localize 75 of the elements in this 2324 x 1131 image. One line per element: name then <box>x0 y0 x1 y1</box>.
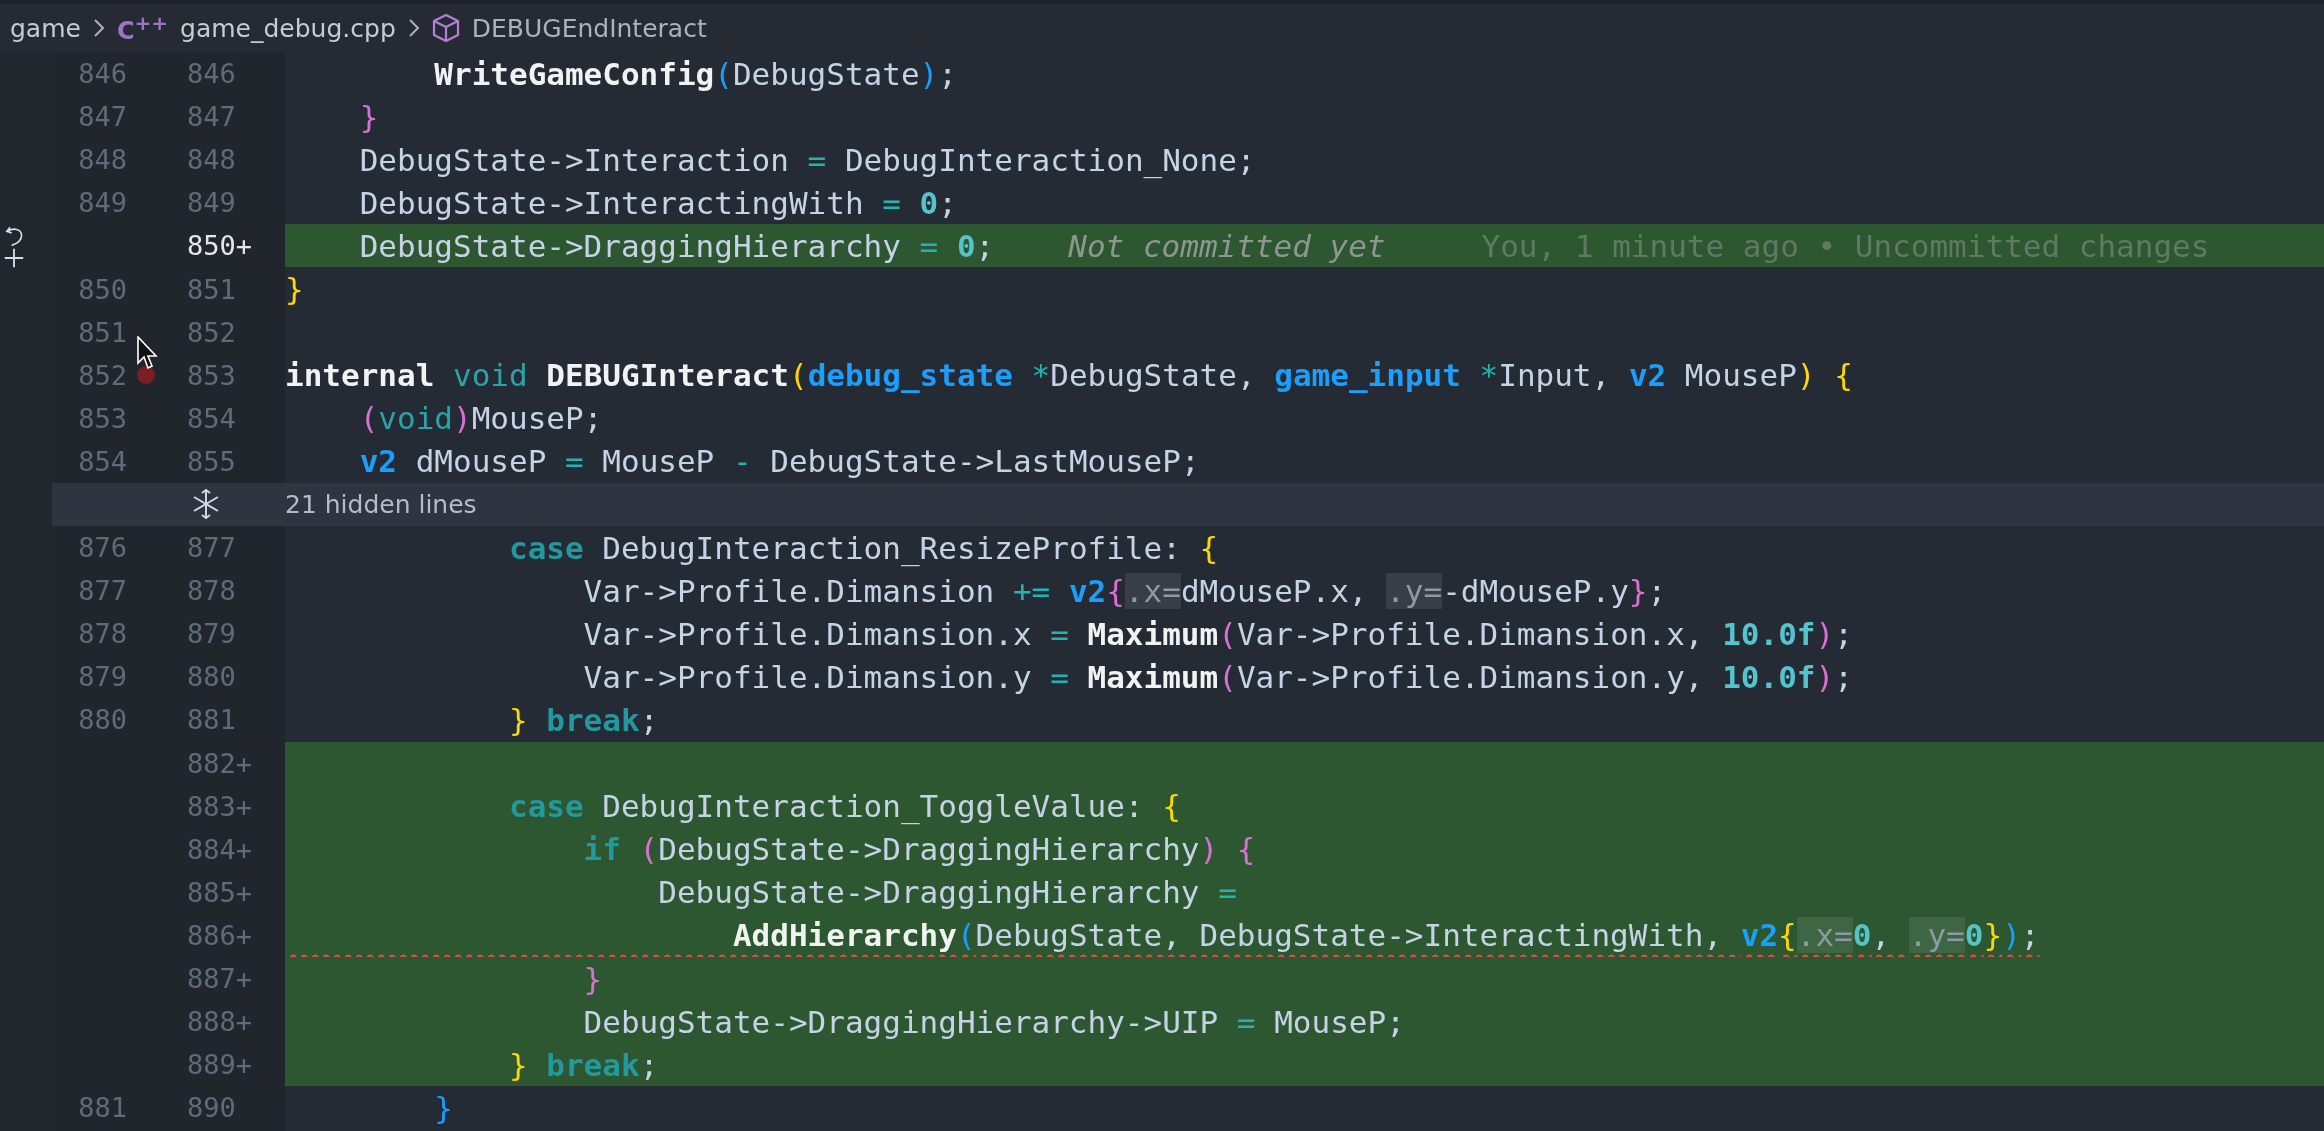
line-number: 850 <box>77 273 127 305</box>
breadcrumb-symbol[interactable]: DEBUGEndInteract <box>471 13 707 43</box>
line-number: 854 <box>186 402 237 434</box>
line-number: 849 <box>186 187 237 219</box>
line-number: 889+ <box>186 1049 254 1081</box>
add-icon[interactable] <box>4 248 24 269</box>
code-line: } <box>582 960 603 997</box>
line-number: 879 <box>186 618 237 650</box>
line-number: 853 <box>77 402 127 434</box>
breakpoint-icon[interactable] <box>137 366 155 385</box>
line-number: 878 <box>77 618 127 650</box>
code-line: case DebugInteraction_ResizeProfile: { <box>507 529 1219 566</box>
code-line: } <box>358 98 379 135</box>
line-number: 853 <box>186 359 237 391</box>
code-line: Var->Profile.Dimansion.x = Maximum(Var->Profile.Dimansion.x, 10.0f); <box>582 615 1853 652</box>
blame-status: Not committed yet <box>1068 227 1386 264</box>
code-line: AddHierarchy(DebugState, DebugState->InteractingWith, v2{.x=0, .y=0}); <box>731 917 2040 954</box>
revert-icon[interactable] <box>5 224 25 248</box>
line-number: 849 <box>77 187 127 219</box>
code-line: Var->Profile.Dimansion += v2{.x=dMouseP.x, .y=-dMouseP.y}; <box>582 572 1667 609</box>
chevron-icon <box>407 18 420 38</box>
code-line: DebugState->DraggingHierarchy = <box>657 874 1237 911</box>
line-number: 885+ <box>186 876 254 908</box>
line-number: 879 <box>77 661 127 693</box>
line-number: 876 <box>77 532 127 564</box>
line-number: 877 <box>77 575 127 607</box>
line-number: 847 <box>77 101 127 133</box>
cube-icon <box>431 13 460 43</box>
code-line: Var->Profile.Dimansion.y = Maximum(Var->Profile.Dimansion.y, 10.0f); <box>582 658 1853 695</box>
code-line: DebugState->DraggingHierarchy->UIP = MouseP; <box>582 1003 1405 1040</box>
chevron-icon <box>92 18 105 38</box>
line-number: 851 <box>77 316 127 348</box>
line-number: 848 <box>77 144 127 176</box>
code-line: (void)MouseP; <box>358 400 603 437</box>
hidden-lines-bar[interactable]: 21 hidden lines <box>52 482 2324 527</box>
code-line: DebugState->DraggingHierarchy = 0; <box>358 227 995 264</box>
line-number: 883+ <box>186 790 254 822</box>
code-line: } <box>285 271 304 307</box>
breadcrumb-file[interactable]: game_debug.cpp <box>180 13 396 43</box>
unfold-icon <box>192 489 220 520</box>
line-number: 888+ <box>186 1006 254 1038</box>
line-number: 848 <box>186 144 237 176</box>
line-number: 887+ <box>186 963 254 994</box>
line-number: 881 <box>77 1092 127 1124</box>
line-number: 852 <box>77 359 127 391</box>
cpp-file-icon: C$^{++}$ <box>116 11 169 45</box>
line-number: 846 <box>186 58 237 90</box>
line-number: 882+ <box>186 747 254 779</box>
breadcrumb-folder[interactable]: game <box>10 13 81 43</box>
line-number: 846 <box>77 58 127 90</box>
line-number: 880 <box>186 661 237 693</box>
code-line: } break; <box>507 1046 659 1083</box>
line-number: 880 <box>77 704 127 736</box>
code-line: } break; <box>507 701 659 738</box>
line-number: 881 <box>186 704 237 736</box>
code-line: DebugState->InteractingWith = 0; <box>358 184 957 221</box>
hidden-lines-label: 21 hidden lines <box>285 490 477 519</box>
line-number: 855 <box>186 445 237 477</box>
line-number: 886+ <box>186 919 254 951</box>
code-line: case DebugInteraction_ToggleValue: { <box>507 788 1181 825</box>
line-number: 884+ <box>186 833 254 865</box>
line-number: 877 <box>186 532 237 564</box>
line-number: 850+ <box>186 230 254 262</box>
code-line: internal void DEBUGInteract(debug_state *DebugState, game_input *Input, v2 MouseP) { <box>285 357 1853 394</box>
line-number: 890 <box>186 1092 237 1124</box>
code-line: } <box>433 1089 453 1126</box>
code-line: WriteGameConfig(DebugState); <box>433 55 957 92</box>
line-number: 854 <box>77 445 127 477</box>
line-number: 847 <box>186 101 237 133</box>
line-number: 878 <box>186 575 237 607</box>
line-number: 852 <box>186 316 237 348</box>
line-number: 851 <box>186 273 237 305</box>
code-line: DebugState->Interaction = DebugInteraction_None; <box>358 141 1256 178</box>
code-line: if (DebugState->DraggingHierarchy) { <box>582 831 1256 868</box>
code-line: v2 dMouseP = MouseP - DebugState->LastMouseP; <box>358 443 1200 480</box>
